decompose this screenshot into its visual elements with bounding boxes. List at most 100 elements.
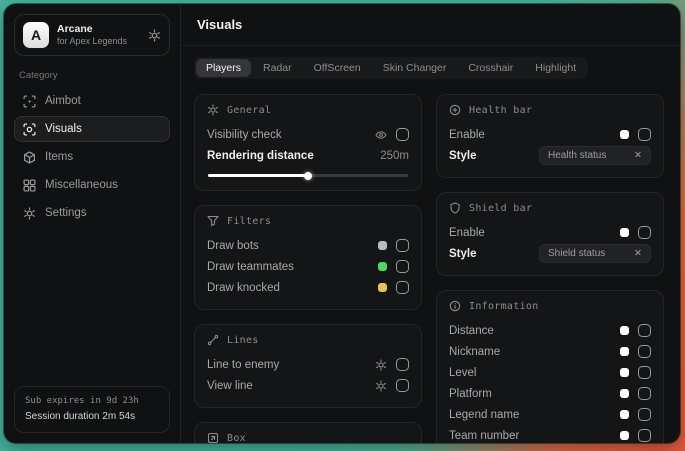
draw-teammates-row: Draw teammates [207, 256, 409, 277]
color-swatch[interactable] [620, 431, 629, 440]
setting-label: Draw knocked [207, 282, 280, 294]
color-swatch[interactable] [620, 130, 629, 139]
view-line-row: View line [207, 375, 409, 396]
main-panel: Visuals Players Radar OffScreen Skin Cha… [181, 4, 680, 443]
sidebar: A Arcane for Apex Legends Category [4, 4, 181, 443]
visibility-check-row: Visibility check [207, 124, 409, 145]
sidebar-item-label: Miscellaneous [45, 179, 118, 191]
settings-gear-icon[interactable] [148, 29, 161, 42]
health-style-select[interactable]: Health status ✕ [539, 146, 651, 165]
sub-expires-text: Sub expires in 9d 23h [25, 395, 159, 409]
checkbox[interactable] [396, 358, 409, 371]
setting-label: Line to enemy [207, 359, 279, 371]
setting-label: Team number [449, 430, 519, 442]
app-subtitle: for Apex Legends [57, 36, 140, 47]
rendering-distance-slider[interactable] [208, 174, 408, 177]
setting-label: Visibility check [207, 129, 282, 141]
select-value: Health status [548, 150, 606, 161]
clear-icon[interactable]: ✕ [634, 150, 642, 161]
information-card: Information Distance Nickname [436, 290, 664, 443]
checkbox[interactable] [396, 260, 409, 273]
gear-icon [23, 207, 36, 220]
setting-label: Rendering distance [207, 150, 314, 162]
slider-fill [208, 174, 308, 177]
color-swatch[interactable] [620, 228, 629, 237]
color-swatch[interactable] [620, 368, 629, 377]
tab-skin-changer[interactable]: Skin Changer [373, 59, 457, 77]
setting-label: Style [449, 248, 477, 260]
gear-icon[interactable] [375, 359, 387, 371]
sidebar-item-visuals[interactable]: Visuals [14, 116, 170, 142]
content-area: General Visibility check [181, 92, 680, 443]
color-swatch[interactable] [620, 347, 629, 356]
team-number-row: Team number [449, 425, 651, 443]
checkbox[interactable] [638, 324, 651, 337]
left-column: General Visibility check [194, 94, 422, 443]
color-swatch[interactable] [378, 283, 387, 292]
session-duration-text: Session duration 2m 54s [25, 409, 159, 425]
section-title: Box [227, 433, 246, 444]
box-icon [207, 432, 219, 443]
section-title: Information [469, 301, 539, 312]
sidebar-item-miscellaneous[interactable]: Miscellaneous [14, 172, 170, 198]
checkbox[interactable] [638, 366, 651, 379]
sidebar-item-items[interactable]: Items [14, 144, 170, 170]
checkbox[interactable] [638, 408, 651, 421]
checkbox[interactable] [396, 281, 409, 294]
section-title: Lines [227, 335, 259, 346]
gear-icon[interactable] [375, 380, 387, 392]
setting-label: Enable [449, 227, 485, 239]
cube-icon [23, 151, 36, 164]
distance-row: Distance [449, 320, 651, 341]
color-swatch[interactable] [620, 326, 629, 335]
checkbox[interactable] [638, 226, 651, 239]
app-meta: Arcane for Apex Legends [57, 23, 140, 47]
clear-icon[interactable]: ✕ [634, 248, 642, 259]
tab-crosshair[interactable]: Crosshair [458, 59, 523, 77]
checkbox[interactable] [396, 379, 409, 392]
general-card-head: General [207, 104, 409, 116]
box-card-head: Box [207, 432, 409, 443]
health-bar-card-head: Health bar [449, 104, 651, 116]
checkbox[interactable] [638, 345, 651, 358]
right-column: Health bar Enable Style Health status [436, 94, 664, 443]
checkbox[interactable] [396, 239, 409, 252]
draw-knocked-row: Draw knocked [207, 277, 409, 298]
color-swatch[interactable] [620, 410, 629, 419]
checkbox[interactable] [638, 128, 651, 141]
shield-bar-card: Shield bar Enable Style Shield status [436, 192, 664, 276]
setting-label: Draw bots [207, 240, 259, 252]
section-title: General [227, 105, 271, 116]
color-swatch[interactable] [620, 389, 629, 398]
health-enable-row: Enable [449, 124, 651, 145]
checkbox[interactable] [396, 128, 409, 141]
color-swatch[interactable] [378, 262, 387, 271]
tab-offscreen[interactable]: OffScreen [304, 59, 371, 77]
health-bar-card: Health bar Enable Style Health status [436, 94, 664, 178]
eye-icon[interactable] [375, 129, 387, 141]
sidebar-item-settings[interactable]: Settings [14, 200, 170, 226]
funnel-icon [207, 215, 219, 227]
checkbox[interactable] [638, 429, 651, 442]
slider-handle[interactable] [304, 172, 312, 180]
checkbox[interactable] [638, 387, 651, 400]
tab-highlight[interactable]: Highlight [525, 59, 586, 77]
setting-label: Level [449, 367, 477, 379]
tab-radar[interactable]: Radar [253, 59, 302, 77]
setting-label: Style [449, 150, 477, 162]
section-title: Filters [227, 216, 271, 227]
tab-players[interactable]: Players [196, 59, 251, 77]
shield-style-row: Style Shield status ✕ [449, 243, 651, 264]
sidebar-item-aimbot[interactable]: Aimbot [14, 88, 170, 114]
app-window: A Arcane for Apex Legends Category [4, 4, 680, 443]
shield-style-select[interactable]: Shield status ✕ [539, 244, 651, 263]
draw-bots-row: Draw bots [207, 235, 409, 256]
platform-row: Platform [449, 383, 651, 404]
line-icon [207, 334, 219, 346]
color-swatch[interactable] [378, 241, 387, 250]
main-header: Visuals [181, 4, 680, 46]
information-card-head: Information [449, 300, 651, 312]
level-row: Level [449, 362, 651, 383]
sidebar-item-label: Aimbot [45, 95, 81, 107]
sidebar-item-label: Visuals [45, 123, 82, 135]
